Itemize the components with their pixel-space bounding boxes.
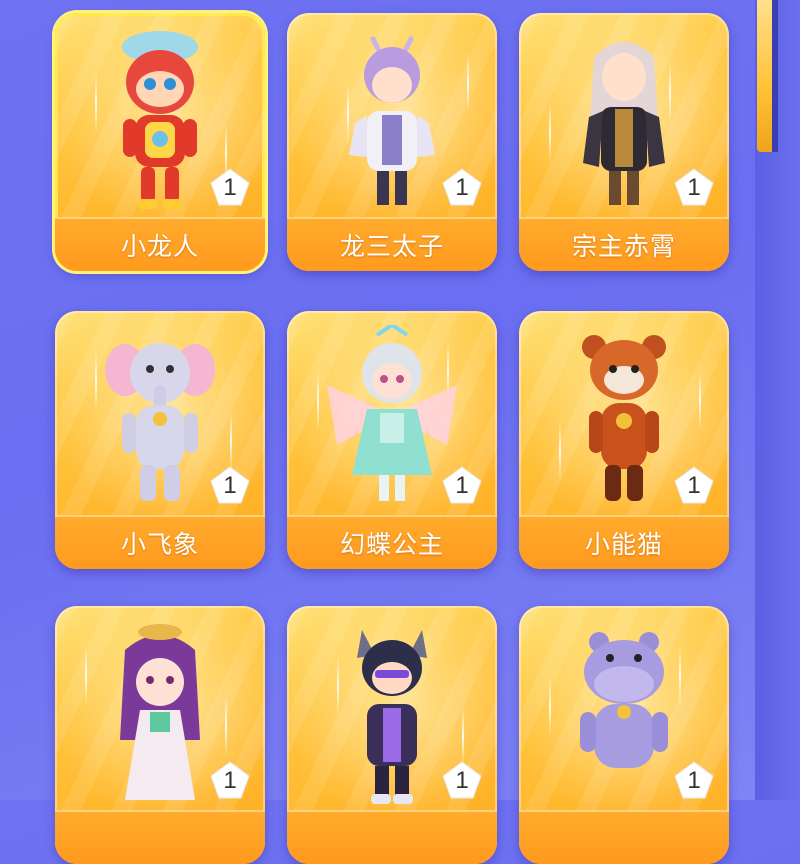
avatar-name: 小飞象: [120, 530, 199, 559]
dragon-kid-avatar-icon: [122, 31, 198, 209]
purple-hair-girl-avatar-icon: [120, 624, 200, 800]
count-badge: 1: [209, 465, 251, 507]
name-bar: 小飞象: [55, 515, 265, 569]
name-bar: 小龙人: [55, 217, 265, 271]
count-value: 1: [223, 472, 237, 499]
count-value: 1: [455, 472, 469, 499]
avatar-card-1[interactable]: 1 小龙人: [55, 13, 265, 271]
avatar-card-9[interactable]: 1: [519, 606, 729, 864]
name-bar: [287, 810, 497, 864]
avatar-name: 宗主赤霄: [571, 232, 676, 261]
count-value: 1: [223, 174, 237, 201]
avatar-grid: 1 小龙人 1 龙三太子 1 宗主赤霄 1 小飞象 1 幻蝶公主 1 小能猫 1…: [0, 0, 800, 864]
name-bar: [55, 810, 265, 864]
hippo-avatar-icon: [580, 632, 668, 768]
sect-master-avatar-icon: [583, 42, 665, 205]
avatar-card-4[interactable]: 1 小飞象: [55, 311, 265, 569]
flying-elephant-avatar-icon: [105, 343, 215, 501]
count-value: 1: [223, 767, 237, 794]
name-bar: 小能猫: [519, 515, 729, 569]
avatar-card-5[interactable]: 1 幻蝶公主: [287, 311, 497, 569]
avatar-name: 小龙人: [120, 232, 199, 261]
avatar-card-6[interactable]: 1 小能猫: [519, 311, 729, 569]
avatar-name: 龙三太子: [339, 232, 444, 261]
count-badge: 1: [209, 760, 251, 802]
avatar-card-2[interactable]: 1 龙三太子: [287, 13, 497, 271]
avatar-name: 小能猫: [584, 530, 663, 559]
count-badge: 1: [673, 760, 715, 802]
count-badge: 1: [673, 167, 715, 209]
name-bar: 龙三太子: [287, 217, 497, 271]
count-value: 1: [687, 767, 701, 794]
count-badge: 1: [441, 465, 483, 507]
red-panda-avatar-icon: [582, 335, 666, 501]
name-bar: [519, 810, 729, 864]
name-bar: 幻蝶公主: [287, 515, 497, 569]
avatar-name: 幻蝶公主: [339, 530, 444, 559]
avatar-card-7[interactable]: 1: [55, 606, 265, 864]
count-value: 1: [455, 174, 469, 201]
count-badge: 1: [209, 167, 251, 209]
count-value: 1: [687, 174, 701, 201]
dragon-prince-avatar-icon: [349, 35, 435, 205]
count-badge: 1: [673, 465, 715, 507]
avatar-card-8[interactable]: 1: [287, 606, 497, 864]
count-badge: 1: [441, 167, 483, 209]
avatar-card-3[interactable]: 1 宗主赤霄: [519, 13, 729, 271]
name-bar: 宗主赤霄: [519, 217, 729, 271]
cat-ear-boy-avatar-icon: [357, 630, 427, 804]
count-value: 1: [687, 472, 701, 499]
count-badge: 1: [441, 760, 483, 802]
count-value: 1: [455, 767, 469, 794]
